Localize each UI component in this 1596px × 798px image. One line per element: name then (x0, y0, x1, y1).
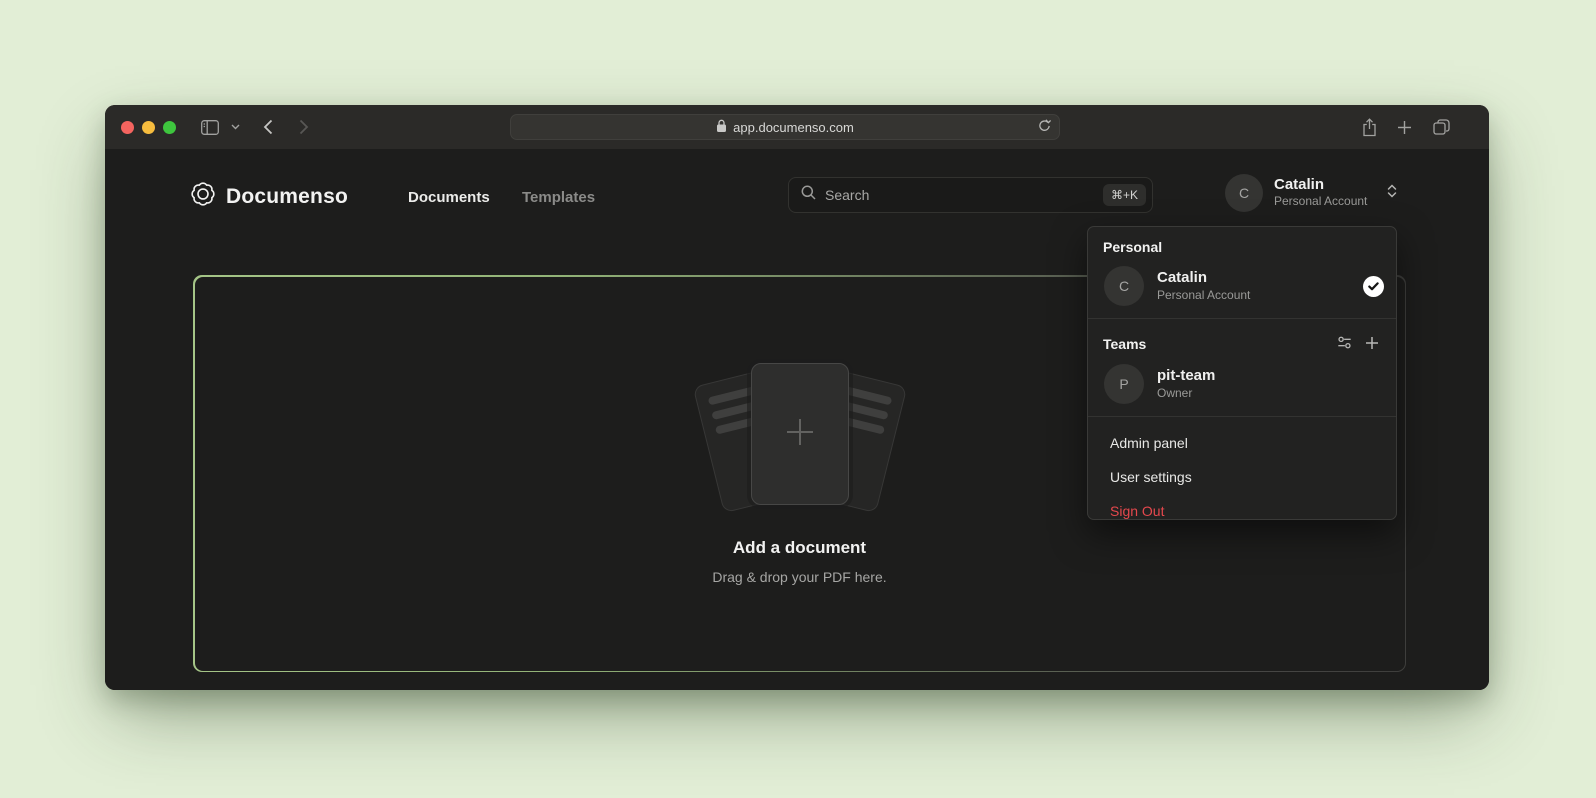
browser-titlebar: app.documenso.com (105, 105, 1489, 149)
selected-check-icon (1363, 276, 1384, 297)
documenso-logo-icon (190, 181, 216, 212)
personal-subtitle: Personal Account (1157, 288, 1250, 304)
account-type: Personal Account (1274, 194, 1367, 210)
personal-name: Catalin (1157, 269, 1250, 288)
tab-group-chevron-icon[interactable] (227, 105, 243, 149)
app-page: Documenso Documents Templates Search ⌘+K… (105, 149, 1489, 690)
back-button[interactable] (257, 105, 279, 149)
nav-documents[interactable]: Documents (408, 189, 490, 206)
team-avatar: P (1104, 364, 1144, 404)
zoom-window-button[interactable] (163, 121, 176, 134)
stack-card-center (751, 363, 849, 505)
menu-separator (1088, 416, 1396, 417)
traffic-lights (121, 105, 176, 149)
reload-icon[interactable] (1038, 119, 1051, 136)
menu-separator (1088, 318, 1396, 319)
dropzone-subtitle: Drag & drop your PDF here. (712, 569, 886, 585)
search-shortcut-badge: ⌘+K (1103, 184, 1146, 206)
teams-section-header: Teams (1088, 323, 1396, 358)
minimize-window-button[interactable] (142, 121, 155, 134)
forward-button[interactable] (293, 105, 315, 149)
search-placeholder: Search (825, 187, 1094, 203)
search-icon (801, 185, 816, 205)
create-team-icon[interactable] (1365, 336, 1379, 353)
document-stack-illustration (695, 362, 905, 512)
plus-icon (783, 415, 817, 454)
account-avatar: C (1225, 174, 1263, 212)
menu-item-admin-panel[interactable]: Admin panel (1088, 426, 1396, 460)
teams-header-label: Teams (1103, 336, 1146, 352)
share-icon[interactable] (1357, 105, 1381, 149)
personal-section-header: Personal (1088, 227, 1396, 260)
team-role: Owner (1157, 386, 1215, 402)
account-name: Catalin (1274, 176, 1367, 194)
nav-templates[interactable]: Templates (522, 189, 595, 206)
lock-icon (716, 119, 727, 136)
browser-window: app.documenso.com (105, 105, 1489, 690)
personal-account-item[interactable]: C Catalin Personal Account (1088, 260, 1396, 314)
documenso-brand[interactable]: Documenso (190, 181, 348, 212)
address-bar[interactable]: app.documenso.com (510, 114, 1060, 140)
url-text: app.documenso.com (733, 120, 854, 135)
chevrons-up-down-icon (1386, 183, 1398, 204)
team-item[interactable]: P pit-team Owner (1088, 358, 1396, 412)
account-dropdown-menu: Personal C Catalin Personal Account Team… (1087, 226, 1397, 520)
account-menu-button[interactable]: C Catalin Personal Account (1225, 174, 1398, 212)
tab-overview-icon[interactable] (1428, 105, 1454, 149)
menu-item-user-settings[interactable]: User settings (1088, 460, 1396, 494)
menu-item-sign-out[interactable]: Sign Out (1088, 494, 1396, 528)
dropzone-title: Add a document (733, 538, 866, 558)
manage-teams-icon[interactable] (1337, 335, 1352, 353)
personal-avatar: C (1104, 266, 1144, 306)
brand-name: Documenso (226, 185, 348, 209)
search-input[interactable]: Search ⌘+K (788, 177, 1153, 213)
new-tab-icon[interactable] (1392, 105, 1416, 149)
close-window-button[interactable] (121, 121, 134, 134)
sidebar-toggle-icon[interactable] (197, 105, 223, 149)
team-name: pit-team (1157, 367, 1215, 386)
